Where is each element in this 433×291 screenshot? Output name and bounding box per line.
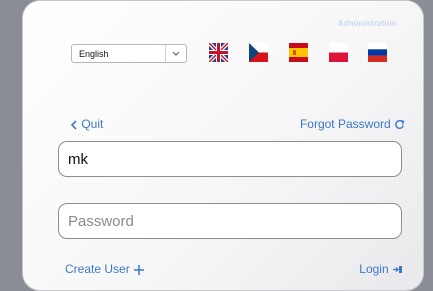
login-icon xyxy=(392,262,403,276)
uk-flag-icon[interactable] xyxy=(207,41,230,64)
login-link[interactable]: Login xyxy=(359,262,403,276)
poland-flag-icon[interactable] xyxy=(329,43,348,62)
russia-flag-icon[interactable] xyxy=(368,43,387,62)
quit-label: Quit xyxy=(81,117,104,131)
forgot-password-label: Forgot Password xyxy=(299,117,391,131)
chevron-down-icon xyxy=(165,45,186,62)
plus-icon xyxy=(133,262,145,276)
spain-flag-icon[interactable] xyxy=(289,43,308,62)
administration-link[interactable]: Administration xyxy=(338,19,397,28)
create-user-link[interactable]: Create User xyxy=(65,262,145,276)
chevron-left-icon xyxy=(70,117,81,131)
create-user-label: Create User xyxy=(65,262,130,276)
quit-link[interactable]: Quit xyxy=(70,117,103,131)
forgot-password-link[interactable]: Forgot Password xyxy=(300,117,405,131)
login-label: Login xyxy=(359,262,389,276)
username-input[interactable] xyxy=(58,141,402,177)
password-input[interactable] xyxy=(58,203,402,239)
czech-flag-icon[interactable] xyxy=(249,43,268,62)
language-select[interactable]: English xyxy=(71,44,187,63)
login-card: Administration English Quit Forgot Passw… xyxy=(22,0,424,291)
language-select-value: English xyxy=(79,49,109,59)
refresh-icon xyxy=(394,117,405,131)
